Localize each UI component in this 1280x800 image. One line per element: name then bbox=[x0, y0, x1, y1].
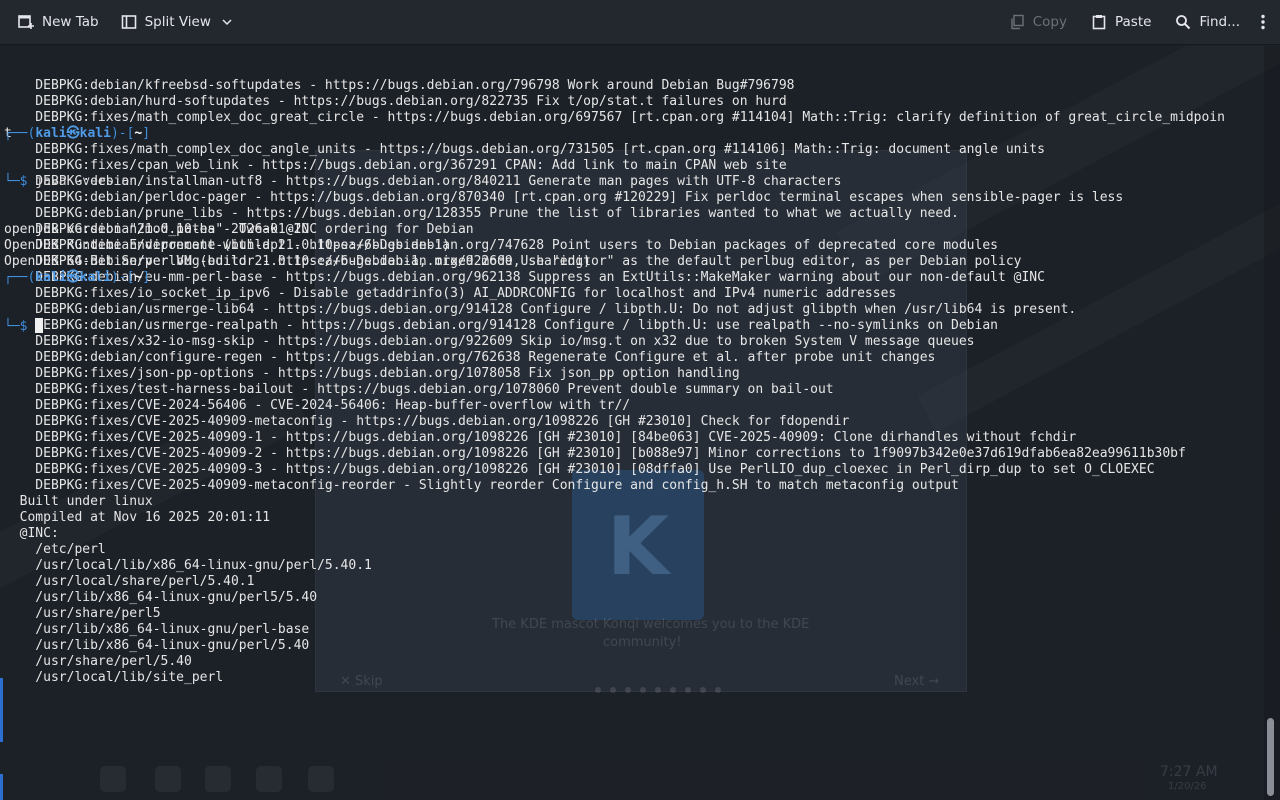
output-line: DEBPKG:fixes/x32-io-msg-skip - https://b… bbox=[4, 334, 975, 349]
konsole-toolbar: New Tab Split View Copy Paste Find... bbox=[0, 0, 1280, 45]
output-line: DEBPKG:fixes/CVE-2025-40909-metaconfig-r… bbox=[4, 478, 959, 493]
search-icon bbox=[1176, 15, 1191, 30]
new-tab-icon bbox=[18, 15, 34, 29]
output-line: DEBPKG:fixes/io_socket_ip_ipv6 - Disable… bbox=[4, 286, 897, 301]
split-view-icon bbox=[121, 15, 136, 29]
split-view-button[interactable]: Split View bbox=[113, 7, 249, 37]
output-line: DEBPKG:fixes/json-pp-options - https://b… bbox=[4, 366, 740, 381]
output-marker bbox=[0, 678, 3, 742]
paste-label: Paste bbox=[1115, 14, 1152, 30]
copy-button[interactable]: Copy bbox=[1001, 7, 1075, 37]
output-line: /usr/local/share/perl/5.40.1 bbox=[4, 574, 255, 589]
output-line: /usr/lib/x86_64-linux-gnu/perl/5.40 bbox=[4, 638, 310, 653]
copy-label: Copy bbox=[1032, 14, 1067, 30]
output-line: /usr/lib/x86_64-linux-gnu/perl-base bbox=[4, 622, 310, 637]
output-line: DEBPKG:debian/configure-regen - https://… bbox=[4, 350, 936, 365]
output-line: DEBPKG:debian/prune_libs - https://bugs.… bbox=[4, 206, 959, 221]
split-view-label: Split View bbox=[144, 14, 211, 30]
terminal-view[interactable]: DEBPKG:debian/kfreebsd-softupdates - htt… bbox=[0, 46, 1262, 800]
output-line: DEBPKG:fixes/math_complex_doc_angle_unit… bbox=[4, 142, 1045, 157]
output-line: DEBPKG:fixes/math_complex_doc_great_circ… bbox=[4, 110, 1225, 125]
output-line: DEBPKG:debian/hurd-softupdates - https:/… bbox=[4, 94, 787, 109]
paste-icon bbox=[1092, 15, 1106, 30]
scrollbar-thumb[interactable] bbox=[1267, 718, 1274, 796]
kebab-menu-icon bbox=[1261, 14, 1265, 30]
perl-version-output: DEBPKG:debian/kfreebsd-softupdates - htt… bbox=[4, 78, 1225, 685]
output-line: DEBPKG:fixes/CVE-2024-56406 - CVE-2024-5… bbox=[4, 398, 631, 413]
output-line: /usr/share/perl5 bbox=[4, 606, 161, 621]
text-cursor bbox=[35, 318, 44, 333]
find-button[interactable]: Find... bbox=[1167, 7, 1248, 37]
output-line: @INC: bbox=[4, 526, 59, 541]
chevron-down-icon[interactable] bbox=[221, 16, 233, 28]
output-line: DEBPKG:fixes/CVE-2025-40909-metaconfig -… bbox=[4, 414, 850, 429]
output-line: DEBPKG:debian/usrmerge-lib64 - https://b… bbox=[4, 302, 1077, 317]
output-line: DEBPKG:fixes/CVE-2025-40909-3 - https://… bbox=[4, 462, 1155, 477]
new-tab-label: New Tab bbox=[42, 14, 99, 30]
output-line: DEBPKG:debian/eu-mm-perl-base - https://… bbox=[4, 270, 1045, 285]
output-line: openjdk version "21.0.10-ea" 2026-01-20 bbox=[4, 222, 310, 237]
output-line: /usr/local/lib/x86_64-linux-gnu/perl/5.4… bbox=[4, 558, 372, 573]
java-version-output: openjdk version "21.0.10-ea" 2026-01-20 O… bbox=[4, 222, 1225, 269]
output-marker bbox=[0, 774, 3, 800]
output-line: DEBPKG:fixes/CVE-2025-40909-2 - https://… bbox=[4, 446, 1186, 461]
scrollbar-track[interactable] bbox=[1264, 46, 1280, 800]
new-tab-button[interactable]: New Tab bbox=[10, 7, 107, 37]
menu-button[interactable] bbox=[1252, 7, 1274, 37]
terminal-output: DEBPKG:debian/kfreebsd-softupdates - htt… bbox=[4, 46, 1225, 685]
command-text: java -version bbox=[35, 174, 138, 189]
output-line: /etc/perl bbox=[4, 542, 106, 557]
output-line: DEBPKG:fixes/test-harness-bailout - http… bbox=[4, 382, 834, 397]
copy-icon bbox=[1011, 14, 1024, 30]
find-label: Find... bbox=[1199, 14, 1240, 30]
paste-button[interactable]: Paste bbox=[1083, 7, 1159, 37]
output-line: /usr/local/lib/site_perl bbox=[4, 670, 224, 685]
output-line: /usr/lib/x86_64-linux-gnu/perl5/5.40 bbox=[4, 590, 318, 605]
output-line: DEBPKG:fixes/cpan_web_link - https://bug… bbox=[4, 158, 787, 173]
output-line: DEBPKG:debian/kfreebsd-softupdates - htt… bbox=[4, 78, 795, 93]
prompt-line-1: ┌──(kali㉿kali)-[~] bbox=[4, 126, 151, 141]
output-line: /usr/share/perl/5.40 bbox=[4, 654, 192, 669]
output-line: DEBPKG:fixes/CVE-2025-40909-1 - https://… bbox=[4, 430, 1077, 445]
output-line: DEBPKG:debian/perldoc-pager - https://bu… bbox=[4, 190, 1124, 205]
output-line: Built under linux bbox=[4, 494, 153, 509]
output-line: Compiled at Nov 16 2025 20:01:11 bbox=[4, 510, 271, 525]
